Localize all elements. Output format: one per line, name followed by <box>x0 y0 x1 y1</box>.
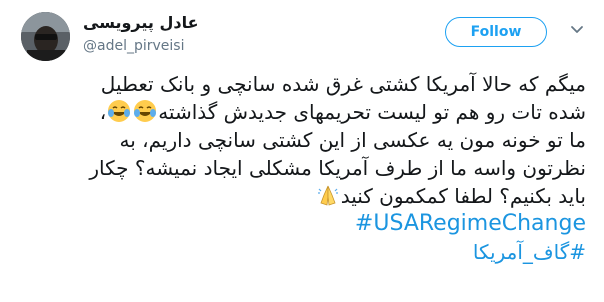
tweet-line: شده تات رو هم تو لیست تحریمهای جدیدش گذا… <box>99 100 586 124</box>
avatar[interactable] <box>21 12 70 61</box>
chevron-down-icon[interactable] <box>570 22 584 36</box>
hashtag-link[interactable]: #گاف_آمریکا <box>18 238 586 266</box>
author-name[interactable]: عادل پیرویسی <box>83 13 199 32</box>
face-with-tears-of-joy-icon <box>134 100 157 122</box>
tweet-card: عادل پیرویسی @adel_pirveisi Follow میگم … <box>0 0 604 302</box>
author-handle[interactable]: @adel_pirveisi <box>83 38 184 54</box>
tweet-text: میگم که حالا آمریکا کشتی غرق شده سانچی و… <box>18 70 586 266</box>
hashtag-link[interactable]: #USARegimeChange <box>18 210 586 238</box>
tweet-line: ما تو خونه مون یه عکسی از این کشتی سانچی… <box>119 128 586 152</box>
folded-hands-icon <box>317 185 338 206</box>
avatar-photo <box>21 12 70 61</box>
tweet-line: نظرتون واسه ما از طرف آمریکا مشکلی ایجاد… <box>89 156 586 180</box>
follow-button[interactable]: Follow <box>445 17 547 47</box>
face-with-tears-of-joy-icon <box>108 100 131 122</box>
tweet-line: باید بکنیم؟ لطفا کمکمون کنید <box>18 182 586 210</box>
tweet-line: میگم که حالا آمریکا کشتی غرق شده سانچی و… <box>100 72 586 96</box>
